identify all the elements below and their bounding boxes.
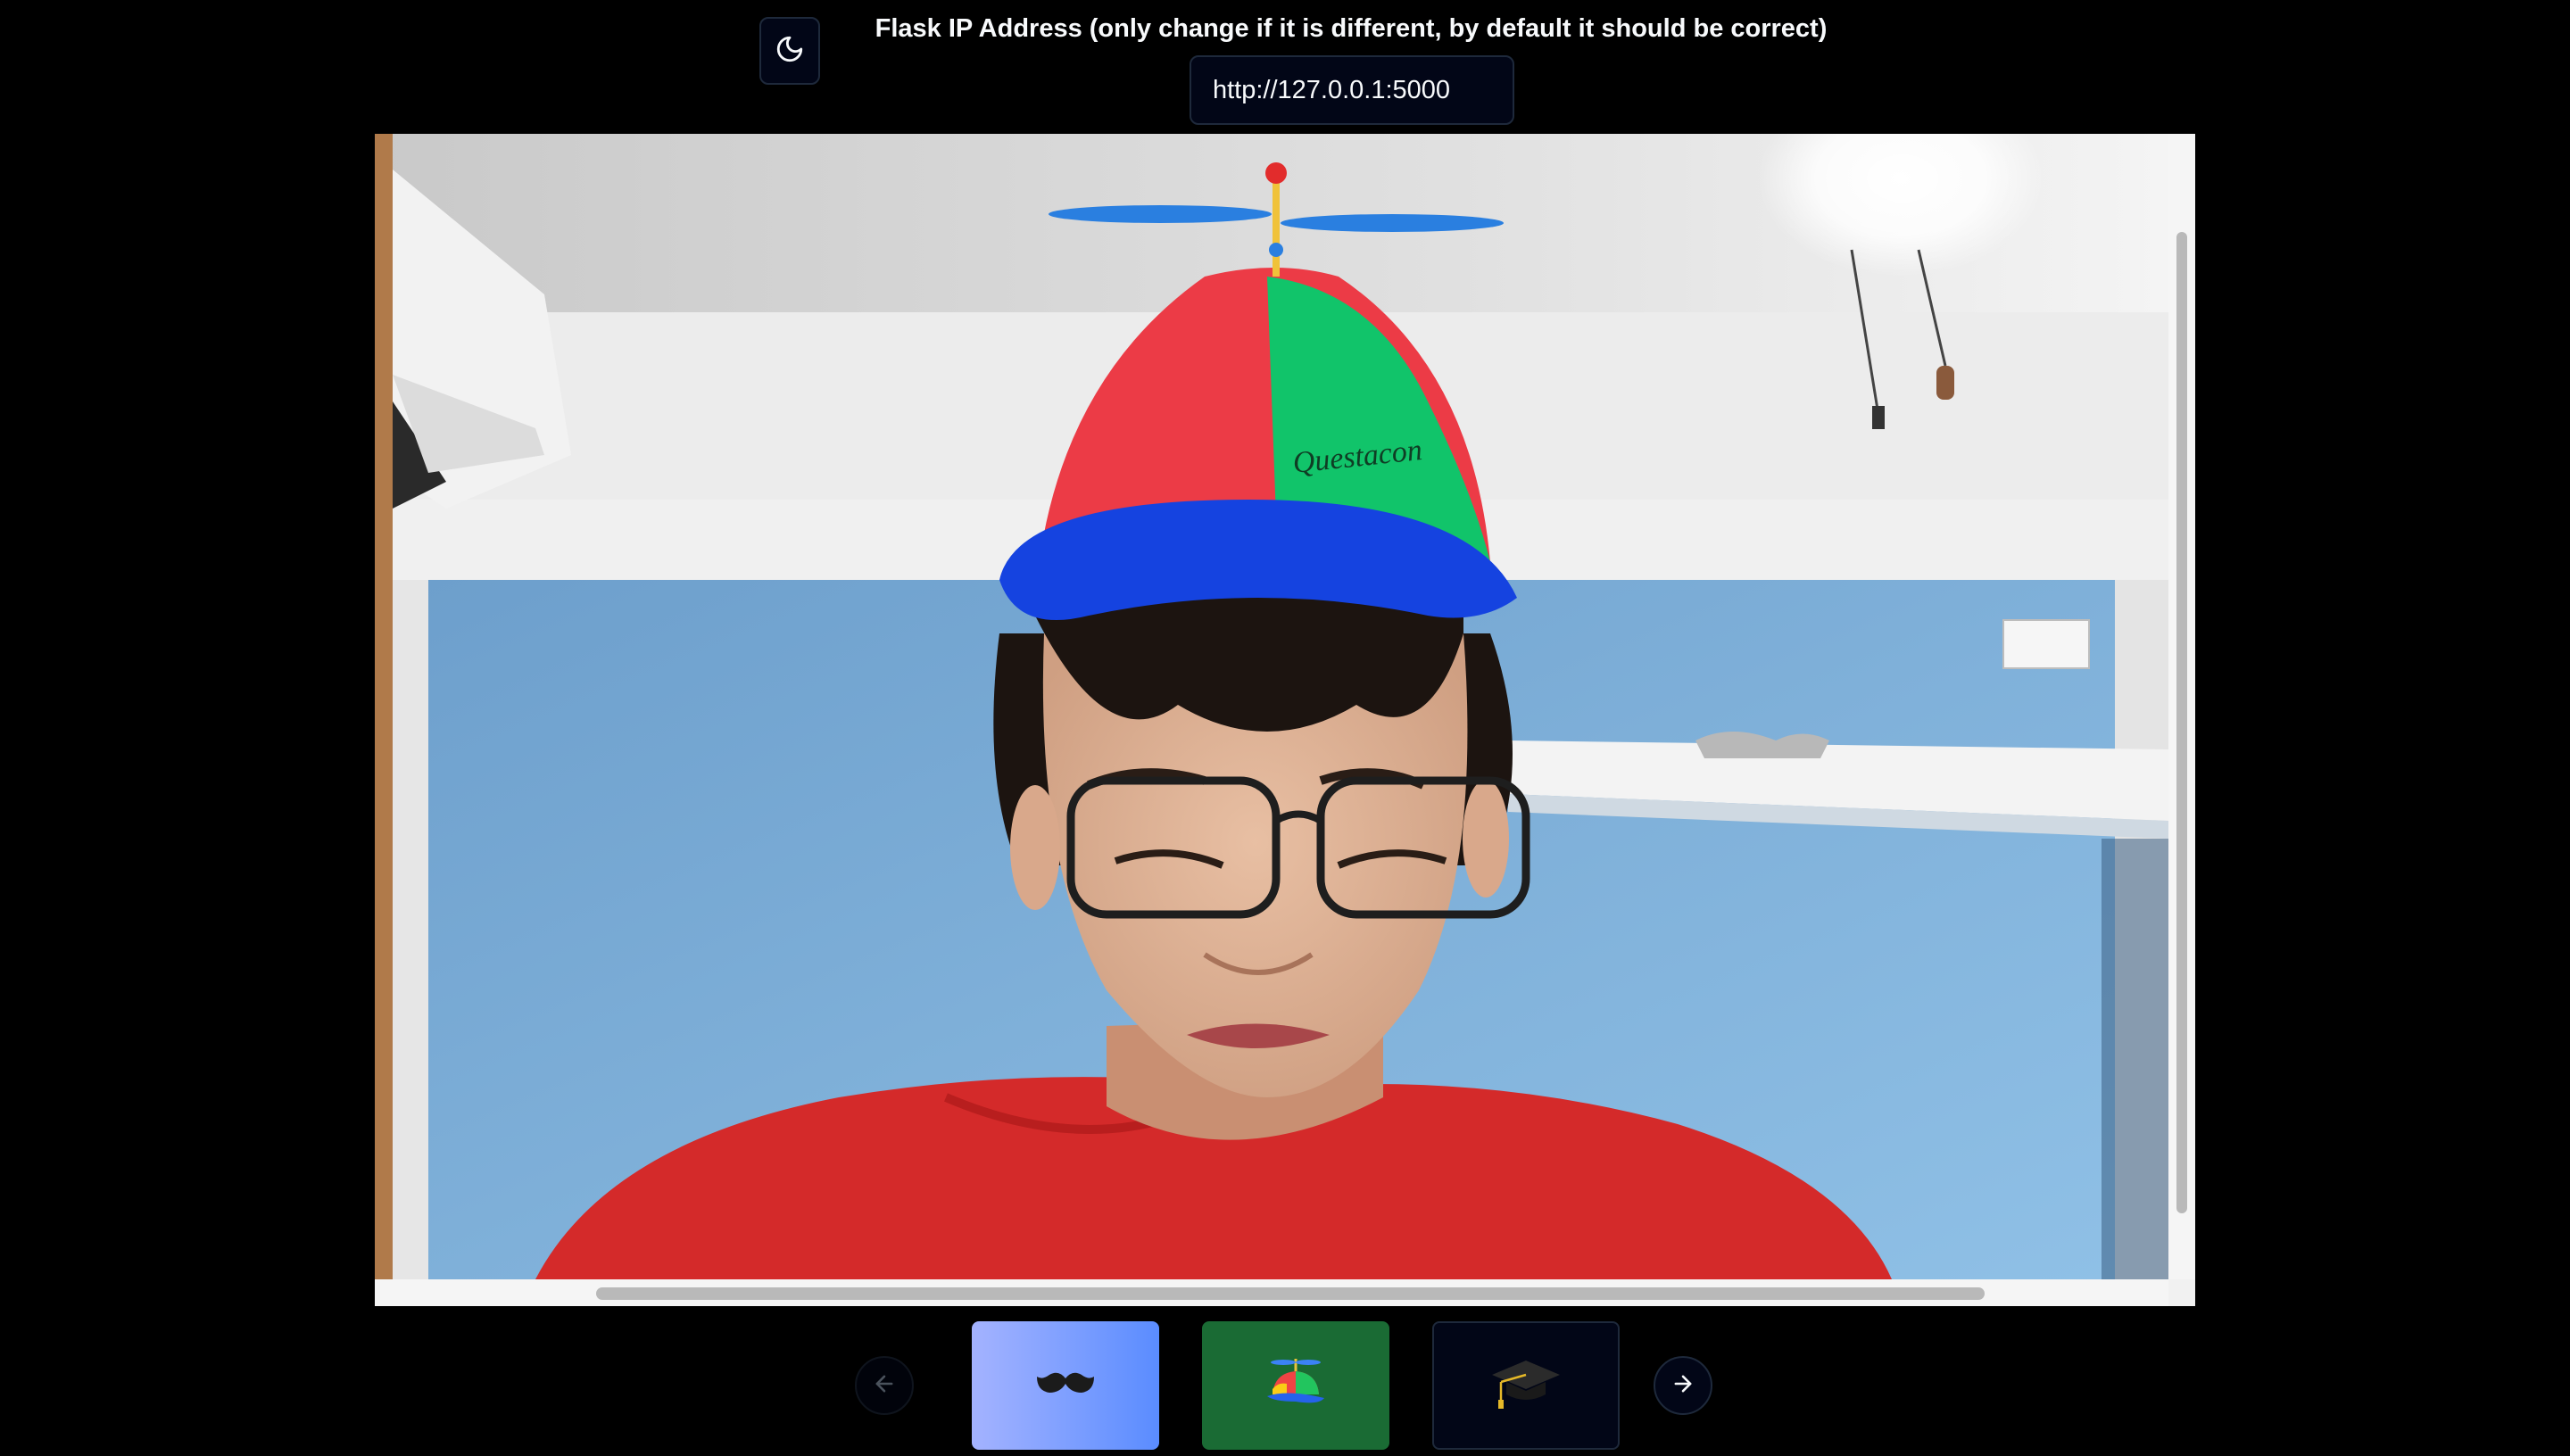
- theme-toggle-button[interactable]: [759, 17, 820, 85]
- filter-propeller-hat-card[interactable]: [1202, 1321, 1389, 1450]
- app-page: Flask IP Address (only change if it is d…: [0, 0, 2570, 1456]
- filter-mustache-card[interactable]: [972, 1321, 1159, 1450]
- ip-address-label: Flask IP Address (only change if it is d…: [875, 14, 1828, 43]
- ip-address-input[interactable]: [1190, 55, 1514, 125]
- propeller-hat-icon: [1260, 1355, 1331, 1417]
- video-frame: Questacon: [375, 134, 2195, 1306]
- vertical-scrollbar[interactable]: [2168, 134, 2195, 1279]
- mustache-icon: [1033, 1366, 1098, 1406]
- arrow-right-icon: [1670, 1371, 1695, 1401]
- filter-graduation-cap-card[interactable]: [1432, 1321, 1620, 1450]
- horizontal-scrollbar[interactable]: [375, 1279, 2168, 1306]
- moon-icon: [775, 34, 805, 69]
- webcam-video-feed: Questacon: [375, 134, 2168, 1279]
- vertical-scrollbar-thumb[interactable]: [2176, 232, 2187, 1213]
- graduation-cap-icon: [1488, 1355, 1563, 1417]
- carousel-next-button[interactable]: [1654, 1356, 1712, 1415]
- carousel-previous-button[interactable]: [855, 1356, 914, 1415]
- arrow-left-icon: [872, 1371, 897, 1401]
- horizontal-scrollbar-thumb[interactable]: [596, 1287, 1985, 1300]
